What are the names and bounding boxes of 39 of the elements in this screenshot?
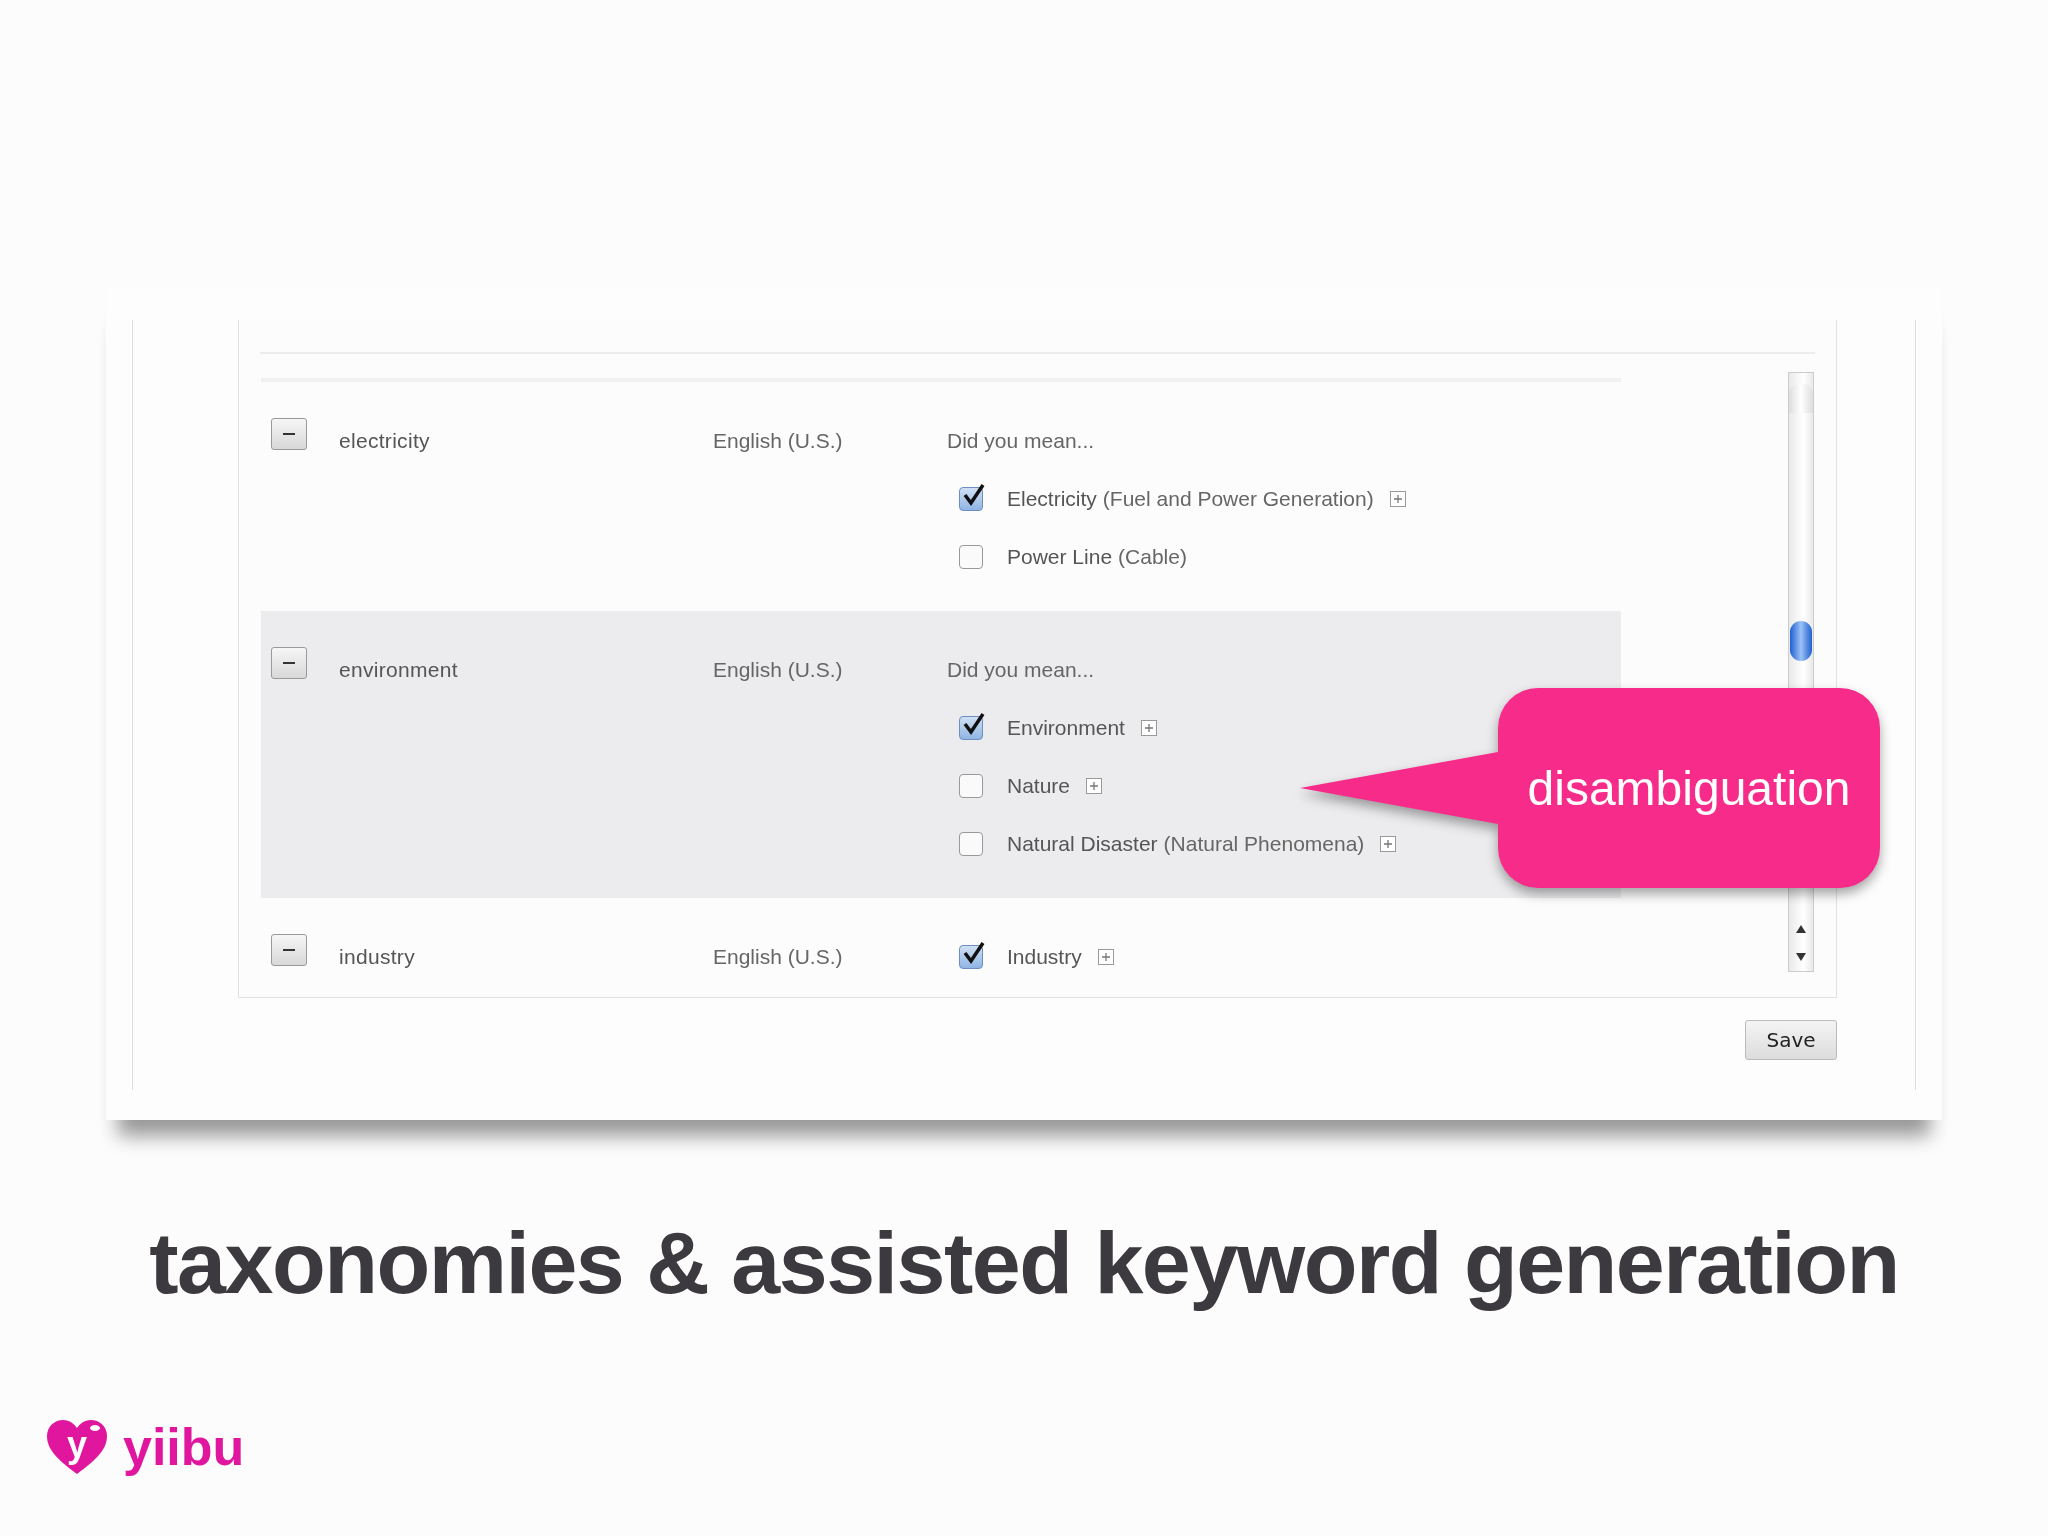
slide-title: taxonomies & assisted keyword generation <box>148 1212 1900 1314</box>
scroll-down-icon[interactable] <box>1795 951 1807 963</box>
suggestion-label: Electricity <box>1007 486 1097 512</box>
language-label: English (U.S.) <box>713 429 843 452</box>
collapse-button[interactable] <box>271 647 307 679</box>
suggestion-label: Power Line <box>1007 544 1113 570</box>
collapse-button[interactable] <box>271 934 307 966</box>
suggestion-label: Industry <box>1007 944 1082 970</box>
scroll-up-icon[interactable] <box>1795 923 1807 935</box>
expand-icon[interactable] <box>1389 491 1406 507</box>
checkbox[interactable] <box>959 945 983 969</box>
collapse-button[interactable] <box>271 418 307 450</box>
keyword-term: electricity <box>339 429 430 452</box>
heart-logo: y <box>45 1418 109 1476</box>
keyword-term: industry <box>339 945 415 968</box>
checkbox[interactable] <box>959 716 983 740</box>
language-label: English (U.S.) <box>713 658 843 681</box>
expand-icon[interactable] <box>1380 836 1397 852</box>
keyword-term: environment <box>339 658 458 681</box>
suggestion-prompt: Did you mean... <box>947 428 1095 454</box>
suggestion-detail: (Natural Phenomena) <box>1163 831 1365 857</box>
suggestion-label: Nature <box>1007 773 1071 799</box>
suggestion-detail: (Cable) <box>1118 544 1187 570</box>
expand-icon[interactable] <box>1097 949 1114 965</box>
table-row[interactable]: electricity English (U.S.) Did you mean... Electricity (Fuel and Power Generation) Power Line (Cable) <box>261 382 1621 611</box>
suggestion-label: Natural Disaster <box>1007 831 1158 857</box>
suggestion-label: Environment <box>1007 715 1125 741</box>
scroll-thumb[interactable] <box>1790 621 1812 661</box>
checkbox[interactable] <box>959 545 983 569</box>
save-button[interactable]: Save <box>1745 1020 1837 1060</box>
expand-icon[interactable] <box>1140 720 1157 736</box>
table-row[interactable]: industry English (U.S.) Industry <box>261 898 1621 997</box>
suggestion-prompt: Did you mean... <box>947 657 1095 683</box>
checkbox[interactable] <box>959 774 983 798</box>
language-label: English (U.S.) <box>713 945 843 968</box>
checkbox[interactable] <box>959 487 983 511</box>
expand-icon[interactable] <box>1086 778 1103 794</box>
checkbox[interactable] <box>959 832 983 856</box>
suggestion-detail: (Fuel and Power Generation) <box>1102 486 1374 512</box>
